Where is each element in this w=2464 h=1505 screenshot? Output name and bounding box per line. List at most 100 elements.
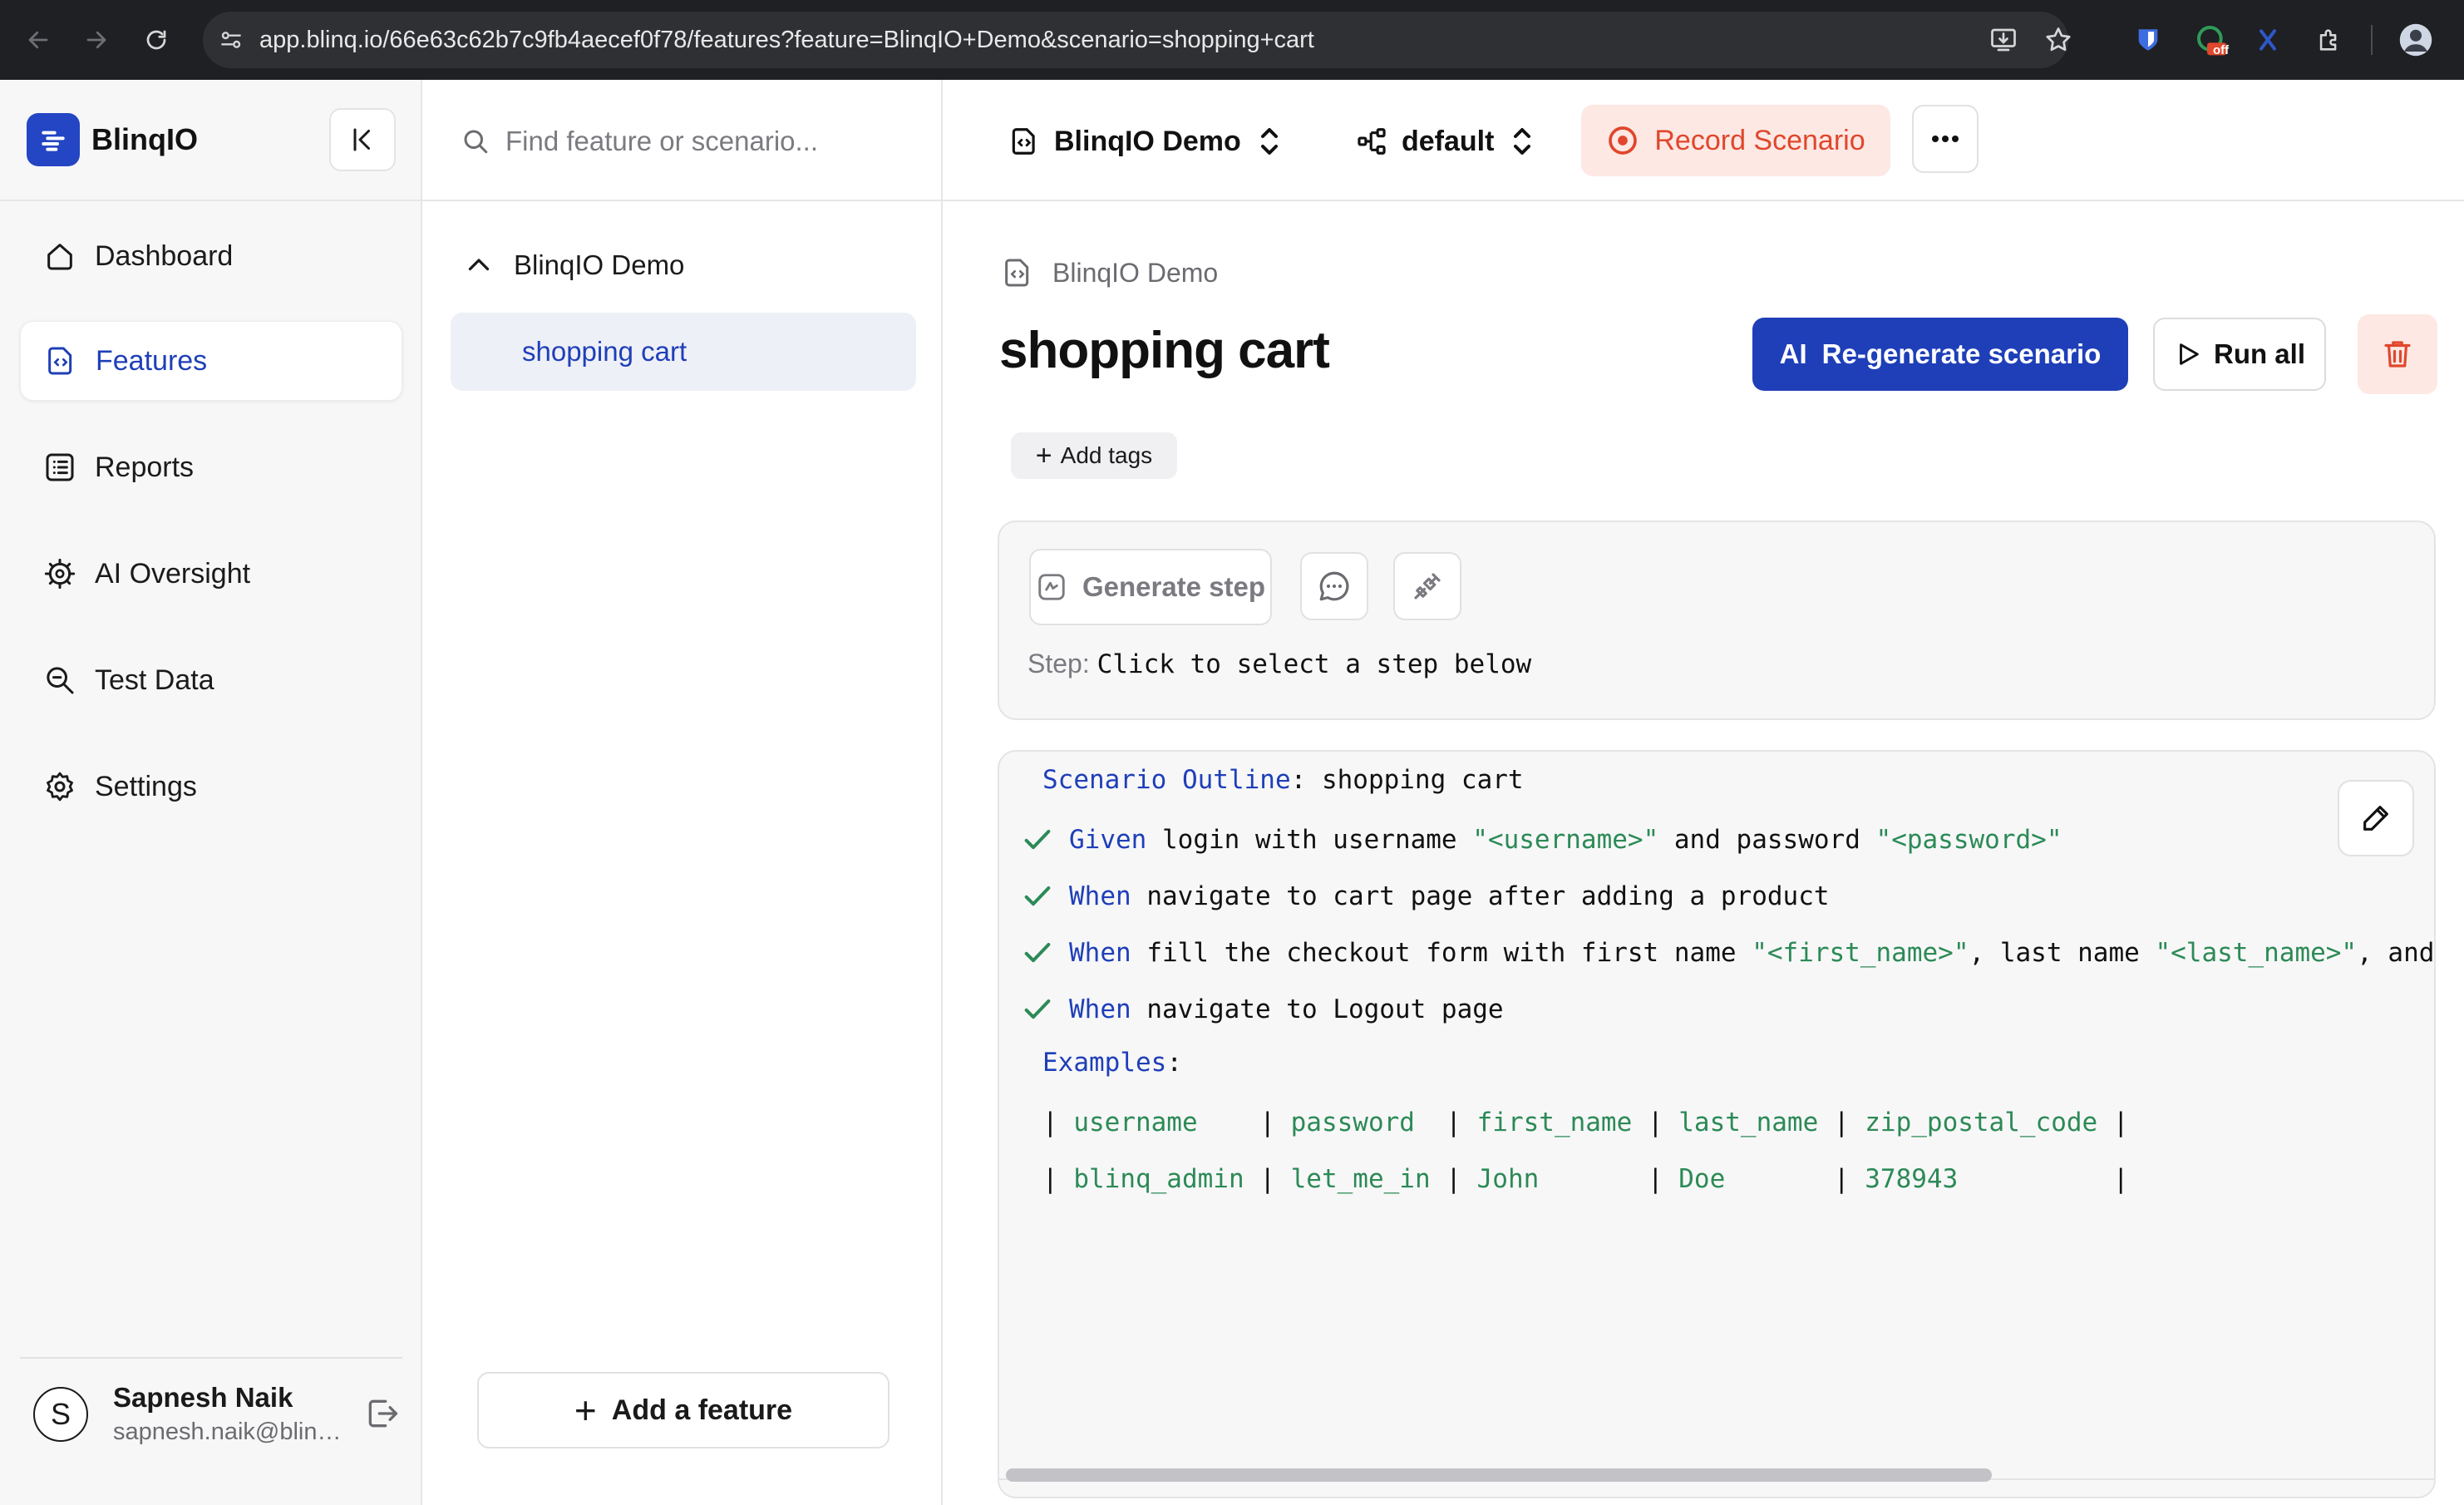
table-cell: zip_postal_code	[1865, 1108, 2098, 1137]
toolbar-divider	[2371, 25, 2373, 55]
step-line[interactable]: When navigate to Logout page	[1069, 981, 1504, 1038]
branch-icon	[1355, 125, 1388, 158]
outline-text: : shopping cart	[1290, 765, 1524, 795]
profile-avatar-icon[interactable]	[2397, 22, 2434, 58]
table-pipe: |	[1833, 1108, 1865, 1137]
url-text: app.blinq.io/66e63c62b7c9fb4aecef0f78/fe…	[259, 27, 1314, 53]
record-scenario-button[interactable]: Record Scenario	[1581, 105, 1890, 176]
step-parameter: "<first_name>"	[1752, 938, 1969, 968]
feature-group-label: BlinqIO Demo	[514, 249, 685, 280]
search-data-icon	[42, 662, 78, 698]
record-label: Record Scenario	[1654, 124, 1865, 156]
scenario-item-shopping-cart[interactable]: shopping cart	[451, 313, 916, 391]
install-app-icon[interactable]	[1988, 25, 2018, 55]
gear-icon	[42, 768, 78, 805]
avatar[interactable]: S	[33, 1387, 88, 1442]
address-bar[interactable]: app.blinq.io/66e63c62b7c9fb4aecef0f78/fe…	[203, 12, 2071, 68]
extension-off-icon[interactable]: off	[2193, 22, 2230, 58]
scenario-code-panel[interactable]: Scenario Outline: shopping cart Given lo…	[998, 750, 2436, 1498]
back-icon[interactable]	[22, 23, 55, 57]
divider	[0, 200, 422, 201]
step-passed-check-icon	[1024, 943, 1051, 963]
list-icon	[42, 449, 78, 486]
collapse-left-icon	[353, 128, 370, 151]
feature-group-toggle[interactable]: BlinqIO Demo	[464, 249, 684, 281]
edit-scenario-button[interactable]	[2338, 780, 2414, 856]
step-line[interactable]: Given login with username "<username>" a…	[1069, 812, 2062, 868]
brand-name: BlinqIO	[91, 122, 198, 156]
bookmark-star-icon[interactable]	[2043, 25, 2073, 55]
breadcrumb-label: BlinqIO Demo	[1052, 257, 1219, 288]
extension-off-badge: off	[2213, 43, 2230, 57]
user-email: sapnesh.naik@blinq.io	[113, 1419, 354, 1445]
generate-step-button[interactable]: Generate step	[1029, 549, 1272, 625]
password-manager-icon[interactable]	[2130, 22, 2166, 58]
examples-keyword: Examples	[1042, 1048, 1167, 1078]
more-horizontal-icon	[1932, 136, 1959, 142]
sidebar-item-ai-oversight[interactable]: AI Oversight	[20, 534, 402, 614]
table-pipe: |	[1833, 1164, 1865, 1194]
divider	[422, 200, 943, 201]
sort-arrows-icon	[1260, 128, 1278, 155]
scenario-outline-line: Scenario Outline: shopping cart	[1042, 752, 1524, 808]
add-feature-label: Add a feature	[611, 1394, 793, 1426]
sidebar-item-dashboard[interactable]: Dashboard	[20, 216, 402, 296]
step-info: Step: Click to select a step below	[1027, 649, 1531, 679]
add-tags-button[interactable]: + Add tags	[1011, 432, 1177, 479]
step-passed-check-icon	[1024, 886, 1051, 906]
step-text: navigate to cart page after adding a pro…	[1131, 881, 1830, 911]
add-feature-button[interactable]: + Add a feature	[477, 1372, 890, 1448]
logout-button[interactable]	[361, 1392, 404, 1435]
reload-icon[interactable]	[140, 23, 173, 57]
step-text: and password	[1658, 825, 1876, 855]
collapse-sidebar-button[interactable]	[329, 108, 396, 171]
trash-icon	[2384, 341, 2411, 368]
table-pipe: |	[1042, 1108, 1074, 1137]
table-pipe: |	[1647, 1164, 1679, 1194]
step-label: Step:	[1027, 649, 1090, 678]
table-cell: Doe	[1678, 1164, 1819, 1194]
divider	[20, 1357, 402, 1359]
scenario-main: BlinqIO Demo default Record Scenario Bli…	[943, 80, 2464, 1505]
sidebar-item-settings[interactable]: Settings	[20, 747, 402, 827]
search-input[interactable]	[505, 118, 921, 165]
divider	[943, 200, 2464, 201]
feature-tree-panel: BlinqIO Demo shopping cart + Add a featu…	[422, 80, 943, 1505]
sidebar-item-reports[interactable]: Reports	[20, 427, 402, 507]
more-options-button[interactable]	[1912, 105, 1979, 173]
comment-button[interactable]	[1300, 552, 1368, 620]
connect-button[interactable]	[1393, 552, 1461, 620]
extension-icon[interactable]	[2250, 22, 2286, 58]
sidebar-item-label: Features	[96, 344, 208, 377]
step-line[interactable]: When fill the checkout form with first n…	[1069, 925, 2434, 981]
table-cell: blinq_admin	[1073, 1164, 1244, 1194]
site-settings-icon[interactable]	[218, 27, 244, 53]
step-passed-check-icon	[1024, 999, 1051, 1019]
generate-step-label: Generate step	[1082, 571, 1266, 602]
examples-header-row: | username | password | first_name | las…	[1042, 1094, 2129, 1151]
sidebar-item-label: Dashboard	[95, 239, 234, 272]
chevron-up-icon	[468, 259, 490, 271]
brand[interactable]: BlinqIO	[27, 113, 198, 166]
regenerate-scenario-button[interactable]: AI Re-generate scenario	[1752, 318, 2128, 391]
extensions-puzzle-icon[interactable]	[2311, 22, 2348, 58]
horizontal-scrollbar[interactable]	[1006, 1468, 1992, 1482]
branch-selector[interactable]: default	[1355, 113, 1532, 170]
breadcrumb[interactable]: BlinqIO Demo	[1001, 254, 1218, 291]
delete-scenario-button[interactable]	[2358, 314, 2437, 394]
step-line[interactable]: When navigate to cart page after adding …	[1069, 868, 1830, 925]
sidebar-item-features[interactable]: Features	[20, 321, 402, 401]
examples-data-row: | blinq_admin | let_me_in | John | Doe |…	[1042, 1151, 2129, 1207]
table-cell: let_me_in	[1290, 1164, 1431, 1194]
table-pipe: |	[1259, 1108, 1291, 1137]
project-selector[interactable]: BlinqIO Demo	[1008, 113, 1279, 170]
feature-file-icon	[1008, 125, 1041, 158]
step-text: fill the checkout form with first name	[1131, 938, 1752, 968]
search-icon	[461, 126, 490, 156]
table-pipe: |	[1259, 1164, 1291, 1194]
forward-icon[interactable]	[80, 23, 113, 57]
run-all-button[interactable]: Run all	[2153, 318, 2326, 391]
pencil-icon	[2363, 806, 2388, 831]
gherkin-code[interactable]: Scenario Outline: shopping cart Given lo…	[999, 752, 2434, 1417]
sidebar-item-test-data[interactable]: Test Data	[20, 640, 402, 720]
